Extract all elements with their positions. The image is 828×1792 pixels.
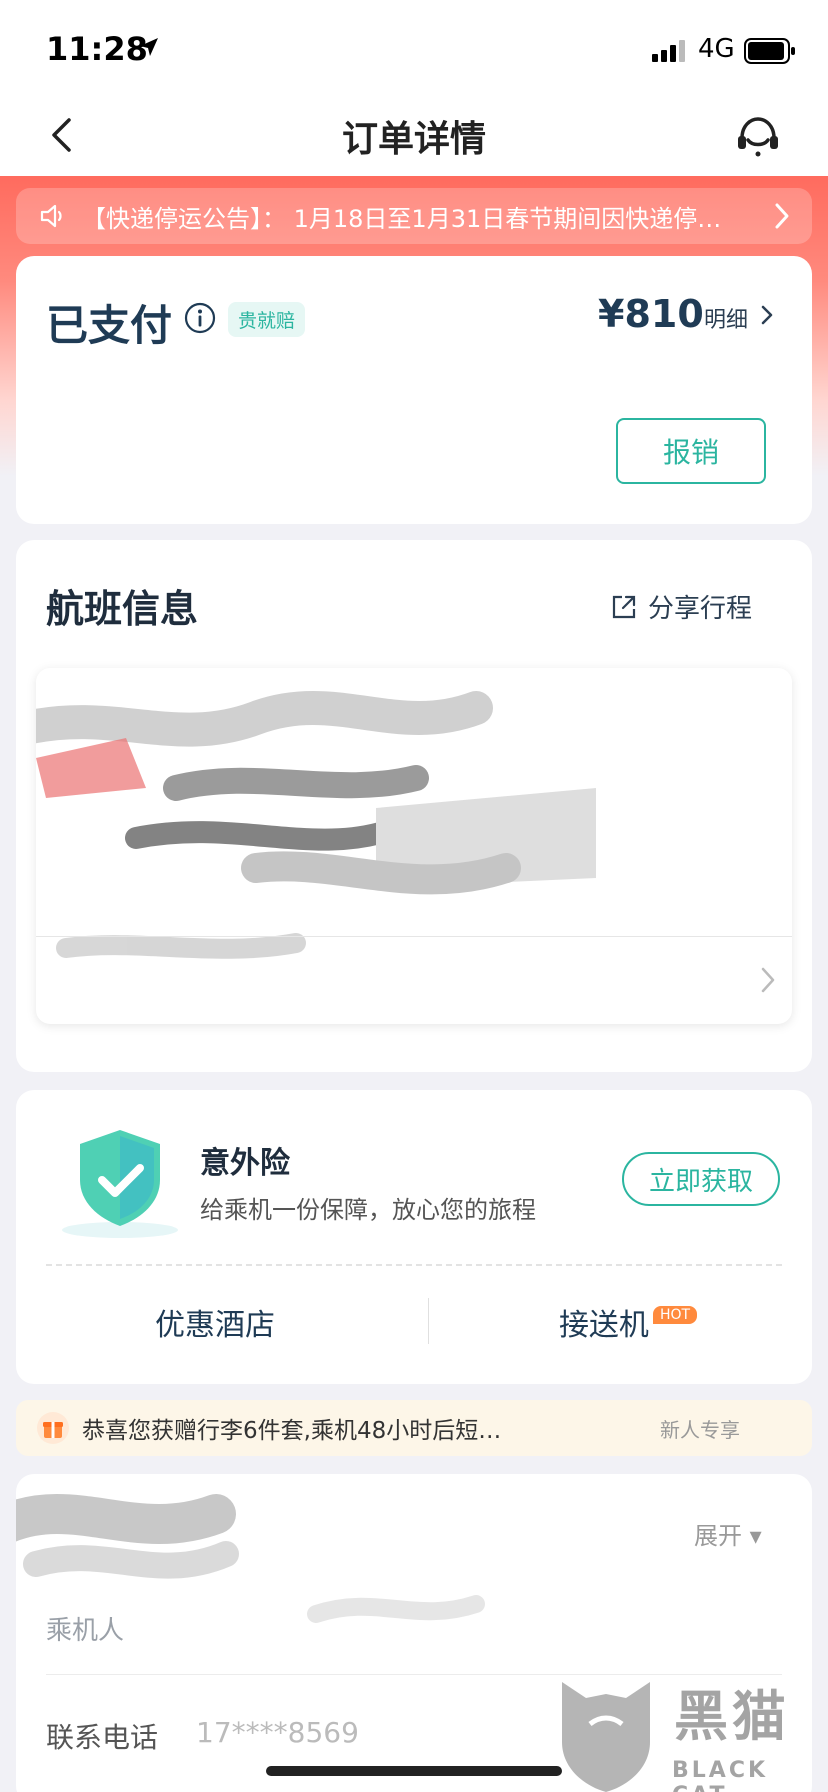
notice-banner[interactable]: 【快递停运公告】： 1月18日至1月31日春节期间因快递停… [16,188,812,244]
customer-service-button[interactable] [730,108,786,164]
passenger-label: 乘机人 [46,1616,125,1646]
expand-button[interactable]: 展开 ▾ [694,1516,762,1551]
hotel-deals-button[interactable]: 优惠酒店 [16,1300,414,1344]
payment-status: 已支付 [46,301,173,350]
nav-bar: 订单详情 [0,96,828,176]
promo-banner[interactable]: 恭喜您获赠行李6件套,乘机48小时后短… 新人专享 [16,1400,812,1456]
watermark-text: 黑猫 [674,1685,790,1748]
contact-phone-value: 17****8569 [196,1716,359,1749]
share-icon [612,595,636,618]
chevron-right-icon [761,305,773,325]
flight-detail-panel[interactable] [36,668,792,1024]
signal-icon [652,40,685,62]
payment-card: 已支付 贵就赔 ¥810 明细 报销 [16,256,812,524]
status-bar: 11:28 4G [0,0,828,96]
dashed-divider [46,1264,782,1266]
cat-logo-icon [562,1682,650,1792]
location-arrow-icon [140,38,158,56]
info-icon[interactable] [184,302,216,334]
status-time: 11:28 [46,30,148,68]
share-label: 分享行程 [648,594,753,624]
chevron-right-icon [761,967,775,993]
chevron-right-icon [775,203,789,229]
home-indicator[interactable] [266,1766,562,1776]
get-insurance-button[interactable]: 立即获取 [622,1152,780,1206]
airport-transfer-button[interactable]: 接送机 HOT [444,1300,812,1344]
contact-phone-label: 联系电话 [46,1721,159,1754]
redaction-scribble [36,691,596,959]
divider [36,936,792,937]
watermark: 黑猫 BLACK CAT [556,1672,828,1792]
flight-info-card: 航班信息 分享行程 [16,540,812,1072]
insurance-subtitle: 给乘机一份保障，放心您的旅程 [200,1196,536,1224]
divider [428,1298,429,1344]
newcomer-tag: 新人专享 [660,1418,740,1442]
insurance-card: 意外险 给乘机一份保障，放心您的旅程 立即获取 优惠酒店 接送机 HOT [16,1090,812,1384]
guarantee-badge: 贵就赔 [228,302,306,337]
payment-amount: ¥810 [598,292,704,336]
headset-icon [738,117,778,157]
flight-section-title: 航班信息 [46,587,199,631]
price-detail-link[interactable]: 明细 [704,302,748,334]
page-title: 订单详情 [341,119,486,160]
expand-label: 展开 [694,1522,742,1550]
transfer-label: 接送机 [558,1308,649,1343]
reimburse-button[interactable]: 报销 [616,418,766,484]
gift-icon [37,1412,69,1444]
watermark-subtext: BLACK CAT [672,1758,769,1792]
share-itinerary-button[interactable]: 分享行程 [610,588,752,625]
hot-badge: HOT [652,1306,698,1324]
battery-icon [744,38,795,64]
promo-text: 恭喜您获赠行李6件套,乘机48小时后短… [82,1418,502,1444]
insurance-title: 意外险 [200,1146,290,1181]
shield-check-icon [62,1130,178,1238]
redaction-scribble [16,1494,485,1623]
network-type: 4G [698,34,735,64]
speaker-icon [40,204,62,228]
notice-text: 【快递停运公告】： 1月18日至1月31日春节期间因快递停… [82,204,722,233]
